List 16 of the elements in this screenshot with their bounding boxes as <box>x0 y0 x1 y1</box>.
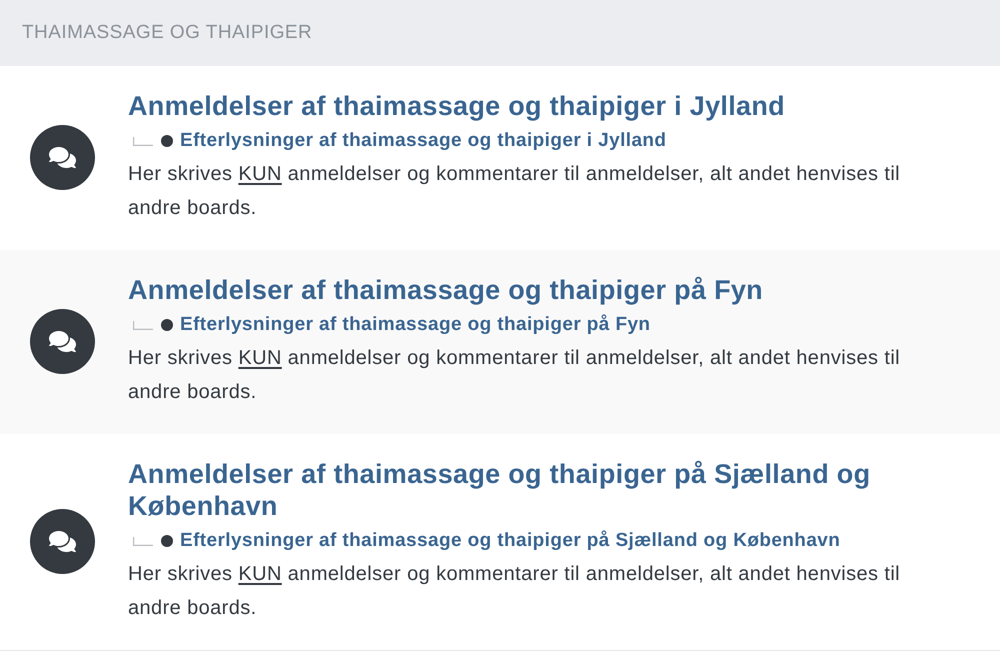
bullet-icon <box>161 535 173 547</box>
forum-description: Her skrives KUN anmeldelser og kommentarer til anmeldelser, alt andet henvises til andre boards. <box>128 162 902 221</box>
subforum-link[interactable]: Efterlysninger af thaimassage og thaipiger på Fyn <box>180 313 650 337</box>
forum-title-link[interactable]: Anmeldelser af thaimassage og thaipiger på Sjælland og København <box>128 458 943 522</box>
forum-title-link[interactable]: Anmeldelser af thaimassage og thaipiger på Fyn <box>128 274 943 306</box>
subforum-link[interactable]: Efterlysninger af thaimassage og thaipiger i Jylland <box>180 129 666 153</box>
forum-description: Her skrives KUN anmeldelser og kommentarer til anmeldelser, alt andet henvises til andre boards. <box>128 346 902 405</box>
tree-branch-icon <box>133 136 153 146</box>
tree-branch-icon <box>133 536 153 546</box>
forum-title-link[interactable]: Anmeldelser af thaimassage og thaipiger i Jylland <box>128 90 943 122</box>
bullet-icon <box>161 135 173 147</box>
subforum-link[interactable]: Efterlysninger af thaimassage og thaipiger på Sjælland og København <box>180 529 840 553</box>
bullet-icon <box>161 319 173 331</box>
tree-branch-icon <box>133 320 153 330</box>
section-title: THAIMASSAGE OG THAIPIGER <box>22 22 312 44</box>
forum-description: Her skrives KUN anmeldelser og kommentarer til anmeldelser, alt andet henvises til andre boards. <box>128 562 902 621</box>
